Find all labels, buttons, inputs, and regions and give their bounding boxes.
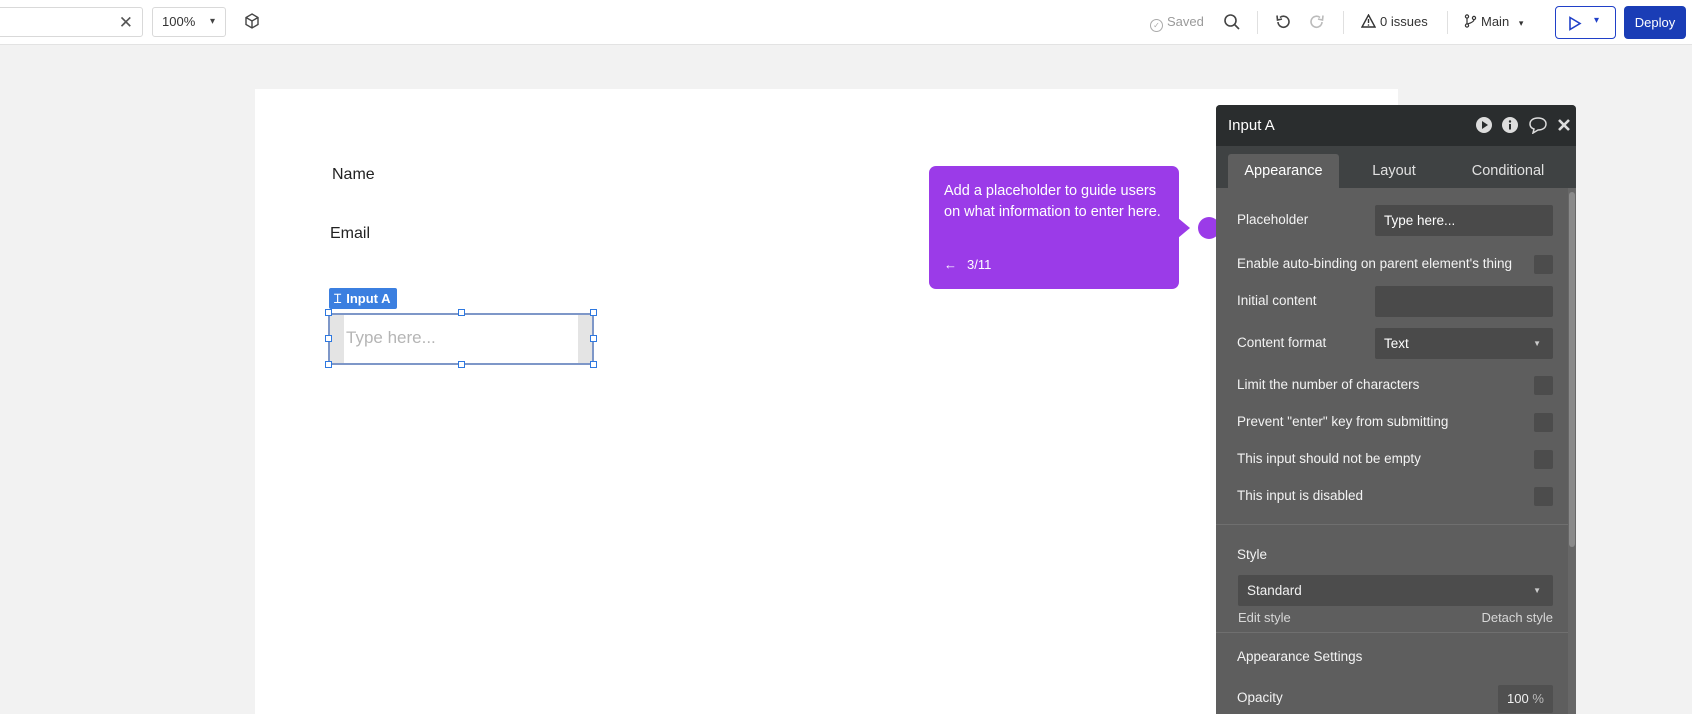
- tab-conditional[interactable]: Conditional: [1448, 154, 1568, 188]
- opacity-field[interactable]: 100 %: [1498, 685, 1553, 713]
- tab-layout[interactable]: Layout: [1344, 154, 1444, 188]
- clear-search-icon[interactable]: ✕: [119, 13, 133, 33]
- close-icon[interactable]: [1556, 116, 1572, 134]
- search-icon[interactable]: [1223, 13, 1241, 31]
- auto-binding-label: Enable auto-binding on parent element's …: [1237, 256, 1513, 271]
- padding-guide-left: [330, 315, 344, 363]
- opacity-unit: %: [1532, 691, 1544, 706]
- resize-handle[interactable]: [590, 361, 597, 368]
- resize-handle[interactable]: [590, 309, 597, 316]
- section-divider: [1216, 632, 1568, 633]
- style-value: Standard: [1247, 583, 1302, 598]
- arrow-left-icon[interactable]: ←: [944, 257, 957, 272]
- scrollbar-thumb[interactable]: [1569, 192, 1575, 547]
- disabled-label: This input is disabled: [1237, 488, 1364, 503]
- style-select[interactable]: Standard ▼: [1238, 575, 1553, 606]
- resize-handle[interactable]: [458, 361, 465, 368]
- tooltip-text: Add a placeholder to guide users on what…: [944, 183, 1161, 220]
- saved-label: Saved: [1167, 14, 1204, 29]
- content-format-value: Text: [1384, 336, 1409, 351]
- opacity-label: Opacity: [1237, 690, 1283, 705]
- tooltip-nav: ← 3/11: [944, 257, 991, 272]
- branch-label: Main: [1481, 14, 1510, 29]
- tooltip-pointer: [1178, 218, 1190, 238]
- element-tag-label: Input A: [346, 291, 391, 306]
- placeholder-label: Placeholder: [1237, 212, 1309, 227]
- placeholder-field[interactable]: Type here...: [1375, 205, 1553, 236]
- divider: [1447, 11, 1448, 34]
- redo-icon[interactable]: [1308, 13, 1326, 31]
- content-format-label: Content format: [1237, 335, 1327, 350]
- input-placeholder: Type here...: [346, 328, 436, 347]
- not-empty-label: This input should not be empty: [1237, 451, 1421, 466]
- undo-icon[interactable]: [1274, 13, 1292, 31]
- edit-style-link[interactable]: Edit style: [1238, 610, 1291, 625]
- initial-content-field[interactable]: [1375, 286, 1553, 317]
- resize-handle[interactable]: [325, 309, 332, 316]
- comment-icon[interactable]: [1528, 116, 1548, 135]
- issues-button[interactable]: 0 issues: [1360, 0, 1428, 45]
- chevron-down-icon: ▾: [1594, 15, 1600, 26]
- preview-button[interactable]: ▾: [1555, 6, 1616, 39]
- branch-dropdown[interactable]: Main ▾: [1464, 0, 1523, 45]
- appearance-settings-heading: Appearance Settings: [1237, 649, 1363, 664]
- divider: [1257, 11, 1258, 34]
- panel-title: Input A: [1228, 117, 1275, 134]
- panel-scrollbar[interactable]: [1568, 188, 1576, 714]
- resize-handle[interactable]: [325, 335, 332, 342]
- search-input[interactable]: ✕: [0, 7, 143, 37]
- element-tag: Ɪ Input A: [329, 288, 397, 309]
- branch-icon: [1464, 14, 1477, 28]
- info-icon[interactable]: [1501, 116, 1519, 134]
- guide-tooltip: Add a placeholder to guide users on what…: [929, 166, 1179, 289]
- chevron-down-icon: ▾: [1518, 18, 1524, 28]
- saved-status: ✓ Saved: [1150, 0, 1204, 45]
- section-divider: [1216, 524, 1568, 525]
- initial-content-label: Initial content: [1237, 293, 1317, 308]
- warning-icon: [1360, 13, 1377, 28]
- opacity-value: 100: [1507, 691, 1529, 706]
- caret-down-icon: ▼: [1533, 586, 1541, 595]
- email-text[interactable]: Email: [330, 225, 370, 243]
- property-editor: Input A Appearance Layout Conditional Pl…: [1216, 105, 1576, 714]
- caret-down-icon: ▼: [1533, 339, 1541, 348]
- tooltip-step: 3/11: [967, 257, 992, 272]
- resize-handle[interactable]: [325, 361, 332, 368]
- panel-actions: [1471, 116, 1572, 136]
- panel-header: Input A: [1216, 105, 1576, 146]
- limit-chars-checkbox[interactable]: [1534, 376, 1553, 395]
- resize-handle[interactable]: [458, 309, 465, 316]
- panel-tabs: Appearance Layout Conditional: [1216, 146, 1576, 188]
- deploy-button[interactable]: Deploy: [1624, 6, 1686, 39]
- not-empty-checkbox[interactable]: [1534, 450, 1553, 469]
- content-format-select[interactable]: Text ▼: [1375, 328, 1553, 359]
- play-icon: [1569, 16, 1582, 31]
- detach-style-link[interactable]: Detach style: [1481, 610, 1553, 625]
- check-circle-icon: ✓: [1150, 19, 1163, 32]
- issues-label: 0 issues: [1380, 14, 1428, 29]
- disabled-checkbox[interactable]: [1534, 487, 1553, 506]
- limit-chars-label: Limit the number of characters: [1237, 377, 1420, 392]
- cube-icon[interactable]: [243, 12, 261, 30]
- divider: [1343, 11, 1344, 34]
- style-label: Style: [1237, 547, 1268, 562]
- zoom-dropdown[interactable]: 100% ▾: [152, 7, 226, 37]
- input-a[interactable]: Type here...: [328, 313, 594, 365]
- resize-handle[interactable]: [590, 335, 597, 342]
- prevent-enter-checkbox[interactable]: [1534, 413, 1553, 432]
- chevron-down-icon: ▾: [209, 16, 215, 27]
- text-cursor-icon: Ɪ: [334, 291, 342, 306]
- auto-binding-checkbox[interactable]: [1534, 255, 1553, 274]
- prevent-enter-label: Prevent "enter" key from submitting: [1237, 414, 1449, 429]
- play-circle-icon[interactable]: [1475, 116, 1493, 134]
- tab-appearance[interactable]: Appearance: [1228, 154, 1339, 188]
- name-text[interactable]: Name: [332, 166, 375, 184]
- top-toolbar: ✕ 100% ▾ ✓ Saved 0 issues Main ▾ ▾ Deplo…: [0, 0, 1692, 45]
- zoom-value: 100%: [162, 14, 196, 29]
